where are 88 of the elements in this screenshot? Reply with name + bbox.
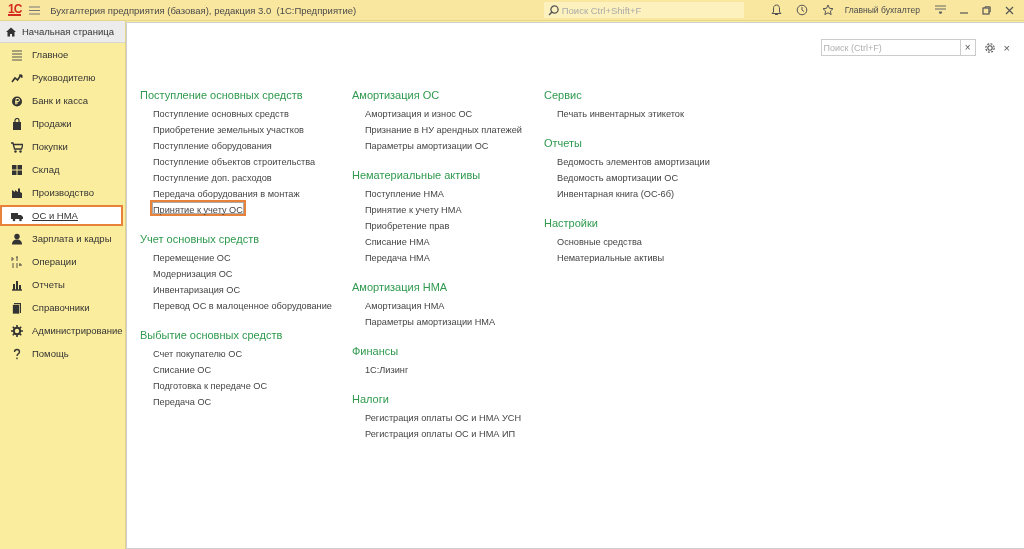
group-title: Нематериальные активы (352, 168, 481, 183)
home-tab[interactable]: Начальная страница (0, 21, 125, 43)
menu-link[interactable]: Подготовка к передаче ОС (150, 376, 271, 392)
sidebar-item[interactable]: Производство (0, 182, 123, 203)
sidebar-item[interactable]: Справочники (0, 297, 123, 318)
menu-link[interactable]: Поступление оборудования (150, 136, 275, 152)
menu-link[interactable]: 1С:Лизинг (362, 360, 412, 376)
menu-link[interactable]: Поступление НМА (362, 184, 447, 200)
menu-link[interactable]: Ведомость элементов амортизации (554, 152, 713, 168)
history-icon[interactable] (795, 4, 808, 16)
group-title: Финансы (352, 344, 399, 359)
user-name[interactable]: Главный бухгалтер (844, 5, 920, 15)
section-icon (11, 232, 23, 245)
section-icon (11, 117, 23, 130)
sidebar-item[interactable]: Склад (0, 159, 123, 180)
menu-link[interactable]: Параметры амортизации НМА (362, 312, 499, 328)
menu-link[interactable]: Амортизация НМА (362, 296, 448, 312)
menu-link[interactable]: Инвентарная книга (ОС-6б) (554, 184, 678, 200)
menu-icon[interactable] (29, 5, 41, 15)
sidebar-item[interactable]: Администрирование (0, 320, 123, 341)
sidebar-item[interactable]: Зарплата и кадры (0, 228, 123, 249)
sidebar-item[interactable]: Отчеты (0, 274, 123, 295)
menu-link[interactable]: Передача оборудования в монтаж (150, 184, 303, 200)
menu-link[interactable]: Амортизация и износ ОС (362, 104, 476, 120)
menu-link[interactable]: Счет покупателю ОС (150, 344, 246, 360)
close-icon[interactable] (1005, 5, 1014, 15)
section-icon (11, 163, 23, 176)
menu-link[interactable]: Поступление основных средств (150, 104, 292, 120)
menu-link[interactable]: Ведомость амортизации ОС (554, 168, 682, 184)
sidebar-item[interactable]: Руководителю (0, 67, 123, 88)
menu-link[interactable]: Нематериальные активы (554, 248, 668, 264)
sidebar-item[interactable]: ОС и НМА (0, 205, 123, 226)
restore-icon[interactable] (982, 5, 991, 15)
close-button[interactable]: × (1003, 41, 1010, 54)
group-title: Поступление основных средств (140, 88, 303, 103)
menu-link[interactable]: Принятие к учету ОС (150, 200, 246, 216)
section-icon (11, 278, 23, 291)
menu-link[interactable]: Поступление доп. расходов (150, 168, 275, 184)
section-icon (11, 71, 23, 84)
section-icon (11, 324, 23, 337)
sidebar-item[interactable]: Помощь (0, 343, 123, 364)
menu-link[interactable]: Приобретение прав (362, 216, 453, 232)
window-title: Бухгалтерия предприятия (базовая), редакция 3.0 (1С:Предприятие) (50, 4, 358, 16)
menu-link[interactable]: Приобретение земельных участков (150, 120, 307, 136)
section-icon (11, 94, 23, 107)
star-icon[interactable] (821, 4, 834, 16)
group-title: Сервис (544, 88, 582, 103)
menu-link[interactable]: Перевод ОС в малоценное оборудование (150, 296, 335, 312)
section-icon (11, 48, 23, 61)
section-icon (11, 301, 23, 314)
menu-link[interactable]: Принятие к учету НМА (362, 200, 465, 216)
menu-link[interactable]: Регистрация оплаты ОС и НМА ИП (362, 424, 519, 440)
menu-link[interactable]: Перемещение ОС (150, 248, 234, 264)
group-title: Налоги (352, 392, 389, 407)
home-icon (6, 26, 16, 37)
section-icon (11, 255, 23, 268)
group-title: Амортизация НМА (352, 280, 448, 295)
menu-link[interactable]: Модернизация ОС (150, 264, 236, 280)
sidebar-item[interactable]: Главное (0, 44, 123, 65)
menu-link[interactable]: Передача ОС (150, 392, 215, 408)
settings-icon[interactable] (983, 41, 996, 54)
menu-link[interactable]: Признание в НУ арендных платежей (362, 120, 525, 136)
section-icon (11, 347, 23, 360)
group-title: Учет основных средств (140, 232, 260, 247)
menu-link[interactable]: Поступление объектов строительства (150, 152, 319, 168)
group-title: Амортизация ОС (352, 88, 440, 103)
bell-icon[interactable] (770, 4, 782, 16)
search-field[interactable]: Поиск (Ctrl+F) (820, 39, 961, 56)
menu-link[interactable]: Списание НМА (362, 232, 433, 248)
group-title: Настройки (544, 216, 598, 231)
section-icon (11, 186, 23, 199)
menu-icon[interactable] (935, 5, 946, 15)
menu-link[interactable]: Инвентаризация ОС (150, 280, 244, 296)
menu-link[interactable]: Списание ОС (150, 360, 215, 376)
sidebar-item[interactable]: Покупки (0, 136, 123, 157)
sidebar-item[interactable]: Операции (0, 251, 123, 272)
group-title: Отчеты (544, 136, 583, 151)
menu-link[interactable]: Регистрация оплаты ОС и НМА УСН (362, 408, 525, 424)
logo: 1С (8, 4, 22, 16)
sidebar-item[interactable]: Продажи (0, 113, 123, 134)
menu-link[interactable]: Передача НМА (362, 248, 433, 264)
section-icon (11, 140, 23, 153)
menu-link[interactable]: Печать инвентарных этикеток (554, 104, 687, 120)
search-field[interactable]: Поиск Ctrl+Shift+F (543, 2, 744, 18)
group-title: Выбытие основных средств (140, 328, 283, 343)
menu-link[interactable]: Основные средства (554, 232, 645, 248)
sidebar-item[interactable]: Банк и касса (0, 90, 123, 111)
menu-link[interactable]: Параметры амортизации ОС (362, 136, 492, 152)
